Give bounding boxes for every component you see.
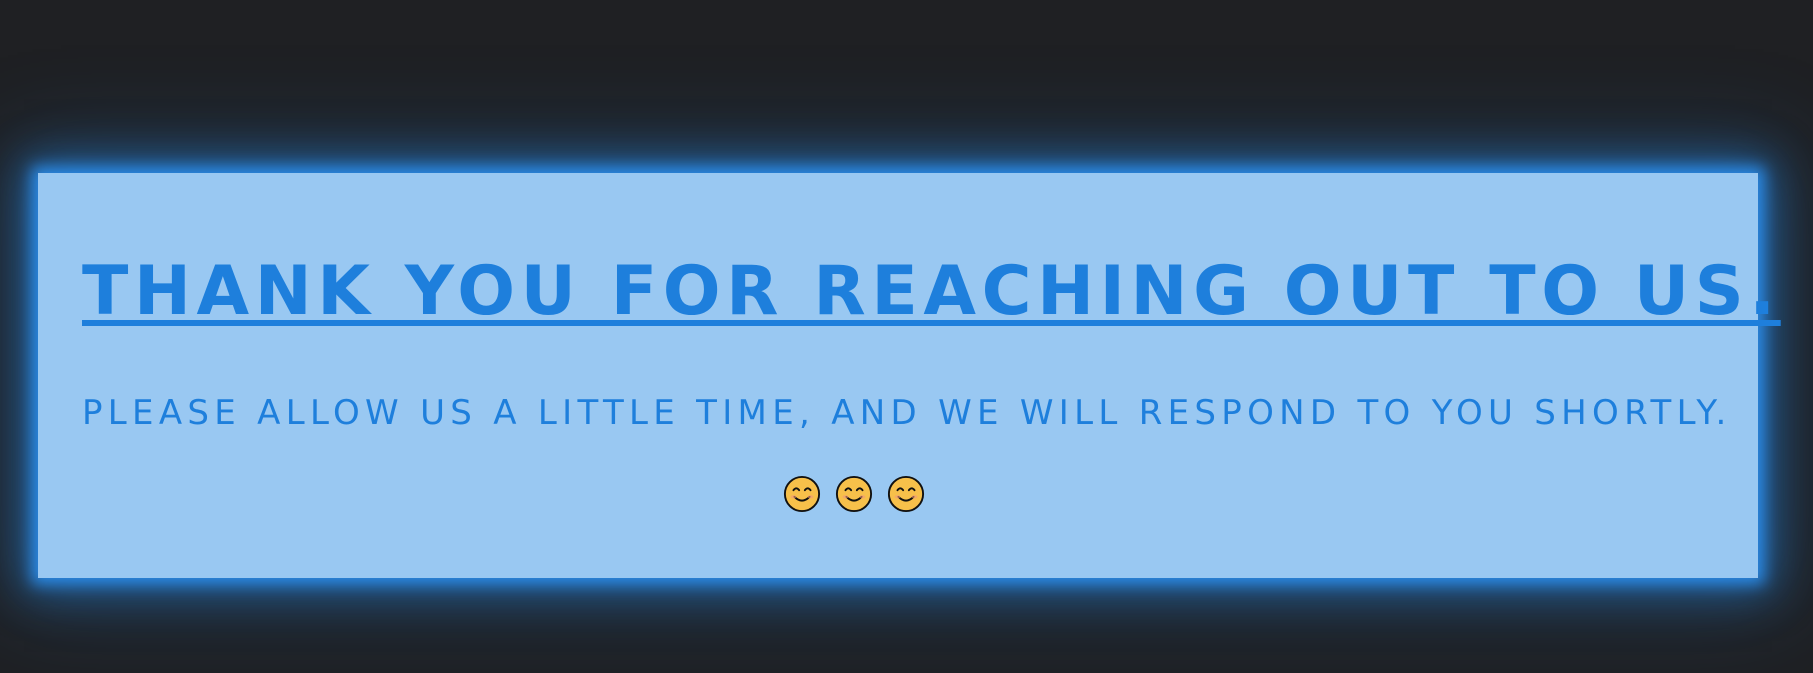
smiling-face-icon <box>835 475 873 513</box>
thank-you-card: THANK YOU FOR REACHING OUT TO US. PLEASE… <box>38 173 1775 578</box>
smiling-face-icon <box>887 475 925 513</box>
response-message: PLEASE ALLOW US A LITTLE TIME, AND WE WI… <box>82 393 1732 433</box>
smiling-face-icon <box>783 475 821 513</box>
emoji-row <box>783 475 925 513</box>
thank-you-heading: THANK YOU FOR REACHING OUT TO US. <box>82 252 1781 331</box>
